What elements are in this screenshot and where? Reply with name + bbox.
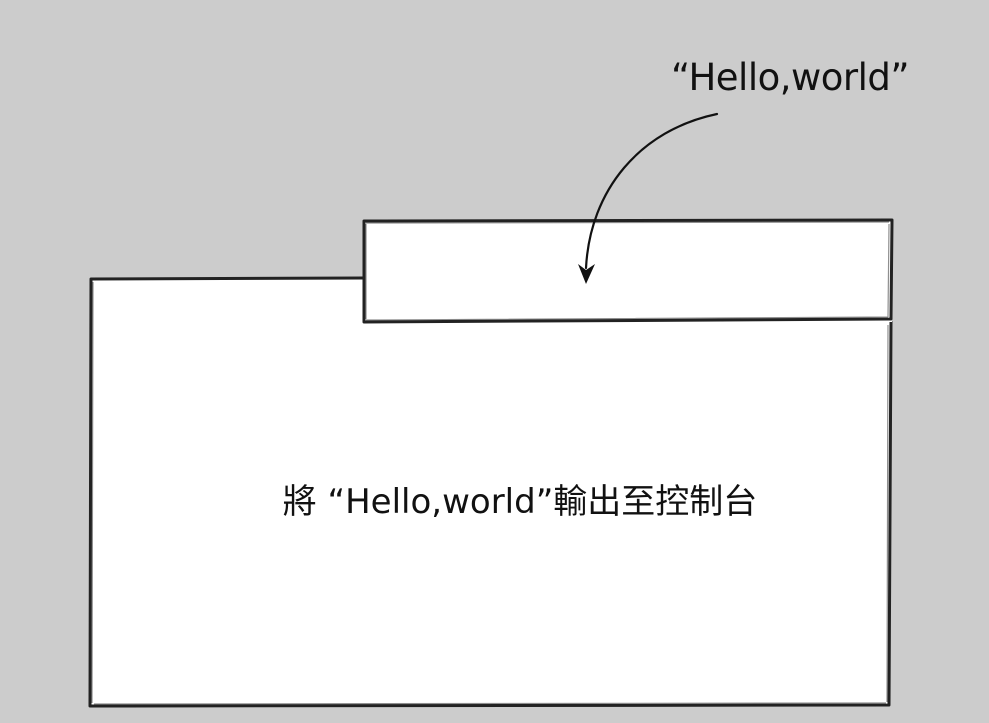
function-diagram [88,112,894,708]
function-body-label: 將 “Hello,world”輸出至控制台 [282,482,758,522]
input-slot-box [362,218,894,324]
input-value-label: “Hello,world” [670,56,910,99]
